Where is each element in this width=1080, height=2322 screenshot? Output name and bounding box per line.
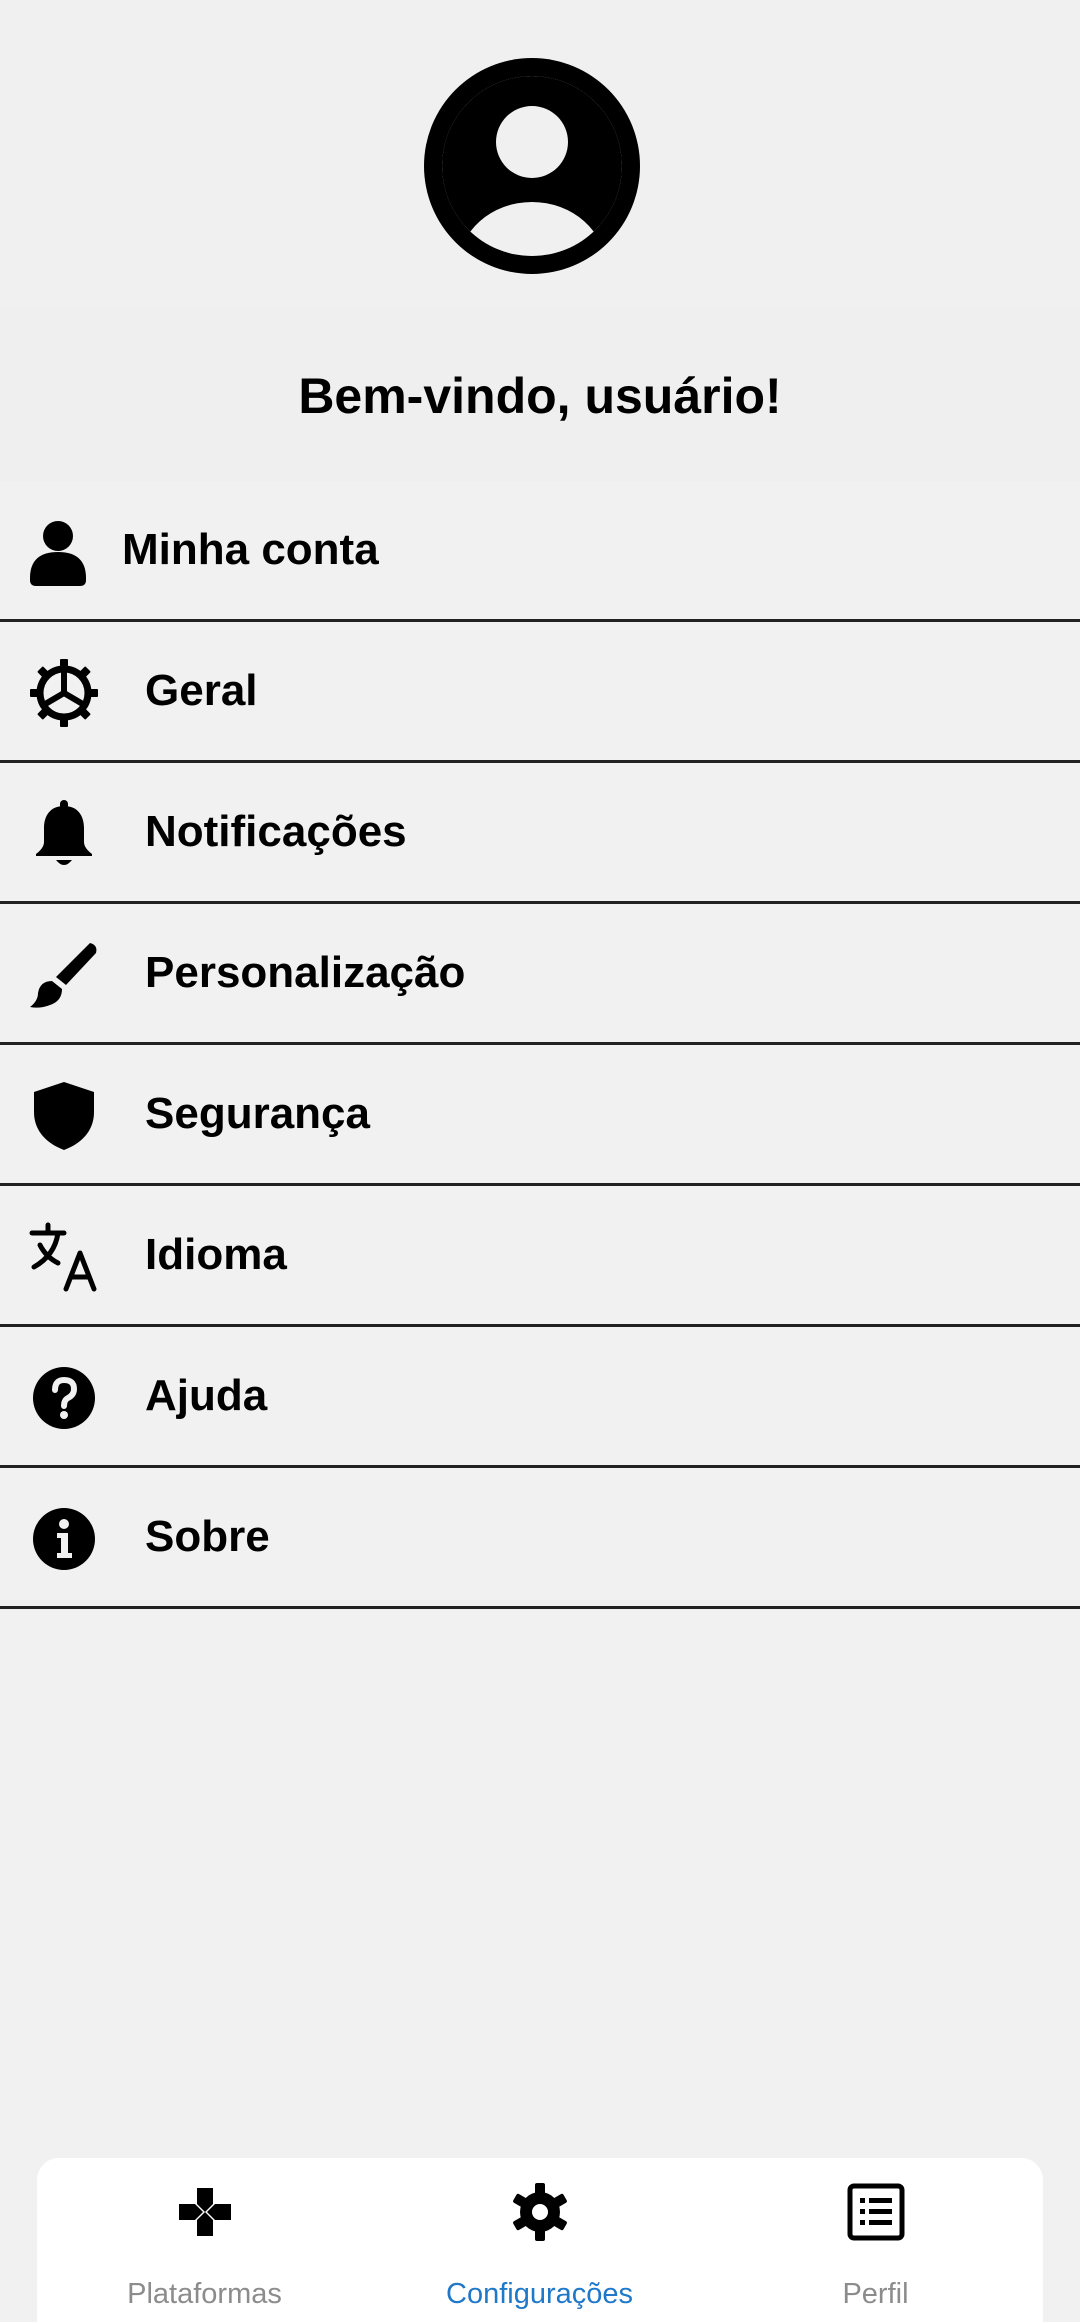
menu-item-minha-conta[interactable]: Minha conta [0, 481, 1080, 622]
help-circle-icon [28, 1362, 100, 1434]
profile-header [0, 0, 1080, 306]
menu-item-seguranca[interactable]: Segurança [0, 1045, 1080, 1186]
language-icon [28, 1221, 100, 1293]
menu-item-idioma[interactable]: Idioma [0, 1186, 1080, 1327]
account-circle-icon[interactable] [424, 58, 640, 274]
menu-item-sobre[interactable]: Sobre [0, 1468, 1080, 1609]
gear-icon [28, 657, 100, 729]
bottom-navigation: Plataformas Configurações Perfil [37, 2158, 1043, 2322]
menu-item-ajuda[interactable]: Ajuda [0, 1327, 1080, 1468]
info-circle-icon [28, 1503, 100, 1575]
settings-menu: Minha conta Geral Notificações Personali… [0, 481, 1080, 1609]
menu-label: Sobre [145, 1512, 270, 1561]
welcome-title: Bem-vindo, usuário! [298, 368, 782, 424]
nav-tab-configuracoes[interactable]: Configurações [372, 2158, 707, 2322]
nav-label: Configurações [446, 2278, 633, 2310]
user-icon [22, 516, 94, 588]
nav-label: Perfil [842, 2278, 909, 2310]
nav-tab-perfil[interactable]: Perfil [708, 2158, 1043, 2322]
menu-item-personalizacao[interactable]: Personalização [0, 904, 1080, 1045]
list-icon [846, 2182, 906, 2242]
menu-label: Personalização [145, 948, 466, 997]
menu-label: Notificações [145, 807, 407, 856]
menu-item-notificacoes[interactable]: Notificações [0, 763, 1080, 904]
menu-item-geral[interactable]: Geral [0, 622, 1080, 763]
brush-icon [28, 939, 100, 1011]
nav-label: Plataformas [127, 2278, 282, 2310]
menu-label: Segurança [145, 1089, 370, 1138]
gamepad-icon [175, 2182, 235, 2242]
settings-icon [510, 2182, 570, 2242]
menu-label: Idioma [145, 1230, 287, 1279]
bell-icon [28, 798, 100, 870]
shield-icon [28, 1080, 100, 1152]
menu-label: Ajuda [145, 1371, 268, 1420]
menu-label: Minha conta [122, 525, 379, 574]
nav-tab-plataformas[interactable]: Plataformas [37, 2158, 372, 2322]
menu-label: Geral [145, 666, 258, 715]
